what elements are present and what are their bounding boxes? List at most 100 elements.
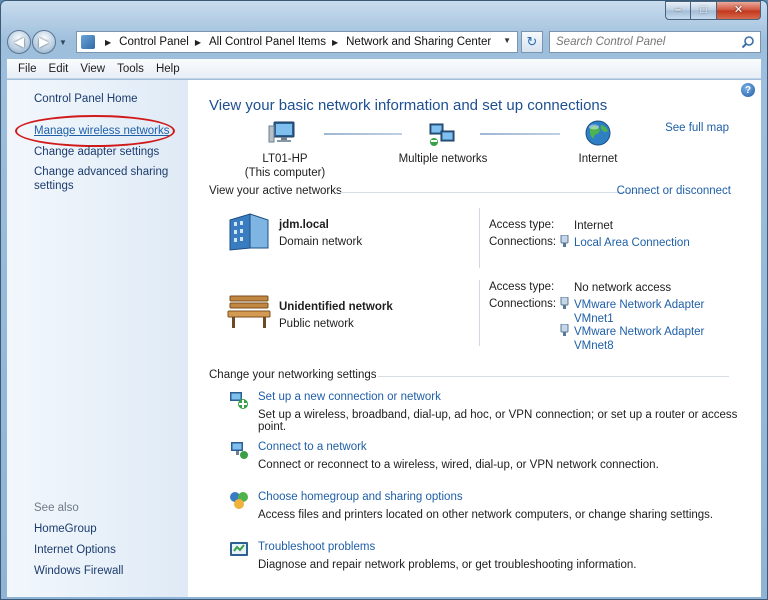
access-type-label: Access type: <box>489 219 555 231</box>
domain-network-icon <box>229 213 269 251</box>
connections-label: Connections: <box>489 236 557 248</box>
adapter-icon <box>560 235 569 247</box>
minimize-icon: – <box>674 4 682 16</box>
access-type-label: Access type: <box>489 281 555 293</box>
connect-network-icon <box>231 442 248 459</box>
internet-label: Internet <box>578 153 618 165</box>
menu-help[interactable]: Help <box>150 63 186 75</box>
maximize-button[interactable]: □ <box>691 1 717 20</box>
homegroup-link[interactable]: HomeGroup <box>34 522 184 536</box>
menu-view[interactable]: View <box>74 63 111 75</box>
breadcrumb[interactable]: Network and Sharing Center <box>346 36 491 48</box>
computer-subtitle: (This computer) <box>244 167 326 179</box>
breadcrumb[interactable]: All Control Panel Items ▶ <box>209 36 346 48</box>
homegroup-icon <box>230 492 248 509</box>
map-computer-node[interactable]: LT01-HP (This computer) <box>238 152 332 180</box>
address-bar[interactable]: ▶ Control Panel ▶ All Control Panel Items… <box>76 31 518 53</box>
breadcrumb-chevron-icon[interactable]: ▶ <box>195 38 201 47</box>
task-description: Diagnose and repair network problems, or… <box>258 559 637 571</box>
divider <box>340 192 646 193</box>
see-full-map-link[interactable]: See full map <box>665 122 729 134</box>
close-button[interactable]: ✕ <box>717 1 761 20</box>
divider <box>378 376 729 377</box>
access-type-value: Internet <box>574 220 613 232</box>
troubleshoot-link[interactable]: Troubleshoot problems <box>258 541 375 553</box>
forward-arrow-icon: ▶ <box>39 34 49 49</box>
menu-file[interactable]: File <box>12 63 43 75</box>
map-networks-node[interactable]: Multiple networks <box>388 152 498 166</box>
back-arrow-icon: ◀ <box>14 34 24 49</box>
breadcrumb-all-items[interactable]: All Control Panel Items <box>209 36 326 48</box>
computer-name: LT01-HP <box>262 153 308 165</box>
adapter-name[interactable]: VMware Network Adapter <box>574 298 704 312</box>
connections-label: Connections: <box>489 298 557 310</box>
divider <box>479 208 480 268</box>
task-description: Set up a wireless, broadband, dial-up, a… <box>258 409 738 433</box>
highlight-annotation <box>15 115 175 147</box>
change-adapter-settings-link[interactable]: Change adapter settings <box>34 145 184 159</box>
adapter-vmnet[interactable]: VMnet1 <box>574 312 704 326</box>
left-navigation-pane: Control Panel Home Manage wireless netwo… <box>7 80 188 597</box>
control-panel-home-link[interactable]: Control Panel Home <box>34 92 184 106</box>
recent-pages-dropdown[interactable]: ▼ <box>59 38 69 47</box>
internet-options-link[interactable]: Internet Options <box>34 543 184 557</box>
breadcrumb-chevron-icon[interactable]: ▶ <box>332 38 338 47</box>
troubleshoot-icon <box>230 542 248 556</box>
forward-button[interactable]: ▶ <box>32 30 56 54</box>
multiple-networks-label: Multiple networks <box>398 153 488 165</box>
search-input[interactable] <box>556 36 760 48</box>
refresh-button[interactable]: ↻ <box>521 31 543 53</box>
breadcrumb-chevron-icon: ▶ <box>105 37 112 47</box>
search-icon[interactable] <box>741 35 755 49</box>
network-category-link[interactable]: Domain network <box>279 236 362 248</box>
adapter-vmnet[interactable]: VMnet8 <box>574 339 704 353</box>
adapter-name[interactable]: VMware Network Adapter <box>574 325 704 339</box>
menu-tools[interactable]: Tools <box>111 63 150 75</box>
content-area: Control Panel Home Manage wireless netwo… <box>7 80 761 597</box>
main-pane: ? View your basic network information an… <box>188 80 761 597</box>
window: – □ ✕ ◀ ▶ ▼ ▶ Control Panel ▶ All Control… <box>0 0 768 600</box>
change-advanced-sharing-link[interactable]: Change advanced sharing settings <box>34 165 184 193</box>
page-title: View your basic network information and … <box>209 97 608 114</box>
task-description: Access files and printers located on oth… <box>258 509 714 521</box>
internet-globe-icon <box>585 120 611 146</box>
breadcrumb-network-sharing[interactable]: Network and Sharing Center <box>346 36 491 48</box>
connect-or-disconnect-link[interactable]: Connect or disconnect <box>617 185 731 197</box>
connect-to-network-link[interactable]: Connect to a network <box>258 441 367 453</box>
menu-edit[interactable]: Edit <box>43 63 75 75</box>
map-internet-node[interactable]: Internet <box>558 152 638 166</box>
navigation-bar: ◀ ▶ ▼ ▶ Control Panel ▶ All Control Panel… <box>7 27 761 57</box>
adapter-icon <box>560 297 569 309</box>
vmnet1-adapter-link[interactable]: VMware Network Adapter VMnet1 <box>574 298 704 326</box>
windows-firewall-link[interactable]: Windows Firewall <box>34 564 184 578</box>
control-panel-icon <box>81 35 95 49</box>
new-connection-icon <box>230 392 248 409</box>
multiple-networks-icon <box>429 123 455 146</box>
refresh-icon: ↻ <box>526 34 538 49</box>
breadcrumb[interactable]: Control Panel ▶ <box>119 36 209 48</box>
computer-icon <box>268 121 295 143</box>
see-also-heading: See also <box>34 502 79 514</box>
network-category-link[interactable]: Public network <box>279 318 354 330</box>
menu-bar: File Edit View Tools Help <box>7 59 761 79</box>
close-icon: ✕ <box>733 4 744 16</box>
network-name: Unidentified network <box>279 301 393 313</box>
settings-heading: Change your networking settings <box>209 369 377 381</box>
breadcrumb-control-panel[interactable]: Control Panel <box>119 36 189 48</box>
search-box[interactable] <box>549 31 761 53</box>
map-connector <box>480 133 560 135</box>
public-network-icon <box>227 295 271 328</box>
maximize-icon: □ <box>700 4 707 16</box>
vmnet8-adapter-link[interactable]: VMware Network Adapter VMnet8 <box>574 325 704 353</box>
homegroup-sharing-link[interactable]: Choose homegroup and sharing options <box>258 491 463 503</box>
address-dropdown-icon[interactable]: ▼ <box>503 36 511 45</box>
breadcrumb-root-arrow[interactable]: ▶ <box>99 38 119 47</box>
minimize-button[interactable]: – <box>665 1 691 20</box>
setup-connection-link[interactable]: Set up a new connection or network <box>258 391 441 403</box>
caption-buttons: – □ ✕ <box>665 1 761 20</box>
help-icon[interactable]: ? <box>741 83 755 97</box>
network-name: jdm.local <box>279 219 329 231</box>
back-button[interactable]: ◀ <box>7 30 31 54</box>
local-area-connection-link[interactable]: Local Area Connection <box>574 236 690 250</box>
map-connector <box>324 133 402 135</box>
